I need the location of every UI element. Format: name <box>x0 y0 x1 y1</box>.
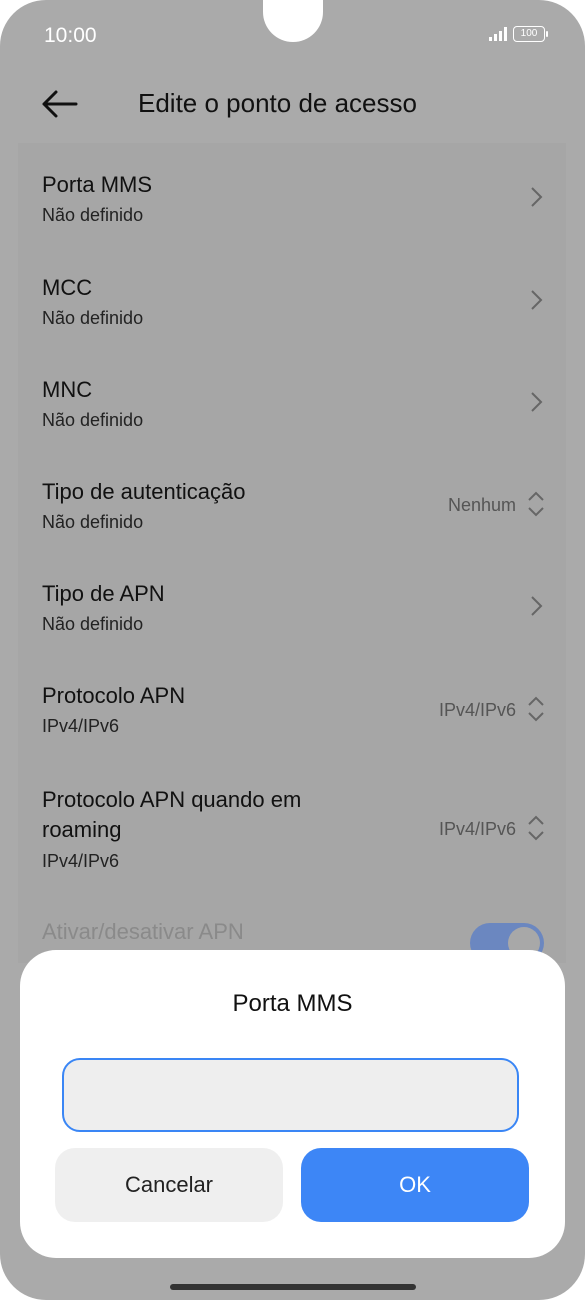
list-item-subtitle: IPv4/IPv6 <box>42 716 120 736</box>
top-app-bar: Edite o ponto de acesso <box>0 80 585 130</box>
list-item-title: MNC <box>42 377 93 402</box>
list-item-protocolo-apn[interactable]: Protocolo APN IPv4/IPv6 IPv4/IPv6 <box>18 654 566 758</box>
list-item-subtitle: Não definido <box>42 205 144 225</box>
list-item-title: Porta MMS <box>42 172 153 197</box>
list-item-title: Ativar/desativar APN <box>42 919 244 944</box>
porta-mms-input[interactable] <box>62 1058 519 1132</box>
cancel-button[interactable]: Cancelar <box>55 1148 283 1222</box>
chevron-right-icon <box>531 187 543 207</box>
signal-icon <box>489 27 507 41</box>
apn-settings-list: Porta MMS Não definido MCC Não definido … <box>18 143 566 963</box>
camera-notch <box>263 0 323 42</box>
battery-icon: 100 <box>513 26 548 42</box>
back-button[interactable] <box>38 84 80 124</box>
phone-screen: 10:00 100 Edite o ponto de acesso Porta … <box>0 0 585 1300</box>
list-item-subtitle: Não definido <box>42 410 144 430</box>
list-item-tipo-apn[interactable]: Tipo de APN Não definido <box>18 552 566 654</box>
list-item-title: MCC <box>42 275 93 300</box>
list-item-protocolo-apn-roaming[interactable]: Protocolo APN quando em roaming IPv4/IPv… <box>18 758 566 898</box>
status-time: 10:00 <box>44 24 97 47</box>
page-title: Edite o ponto de acesso <box>138 88 417 118</box>
list-item-mcc[interactable]: MCC Não definido <box>18 246 566 348</box>
chevron-right-icon <box>531 290 543 310</box>
chevron-right-icon <box>531 596 543 616</box>
list-item-title: Protocolo APN quando em <box>42 787 302 812</box>
list-item-title: Protocolo APN <box>42 683 186 708</box>
list-item-subtitle: Não definido <box>42 512 144 532</box>
porta-mms-dialog: Porta MMS Cancelar OK <box>20 950 565 1258</box>
chevron-right-icon <box>531 392 543 412</box>
list-item-title-continued: roaming <box>42 817 122 842</box>
list-item-value: Nenhum <box>447 495 516 515</box>
list-item-subtitle: Não definido <box>42 308 144 328</box>
list-item-mnc[interactable]: MNC Não definido <box>18 348 566 450</box>
updown-icon <box>528 696 544 722</box>
list-item-value: IPv4/IPv6 <box>438 819 516 839</box>
list-item-porta-mms[interactable]: Porta MMS Não definido <box>18 143 566 246</box>
home-indicator[interactable] <box>170 1284 416 1290</box>
ok-button[interactable]: OK <box>301 1148 529 1222</box>
status-icons: 100 <box>489 26 548 42</box>
list-item-title: Tipo de APN <box>42 581 165 606</box>
list-item-title: Tipo de autenticação <box>42 479 246 504</box>
list-item-tipo-autenticacao[interactable]: Tipo de autenticação Não definido Nenhum <box>18 450 566 552</box>
list-item-value: IPv4/IPv6 <box>438 700 516 720</box>
list-item-subtitle: IPv4/IPv6 <box>42 851 120 871</box>
list-item-subtitle: Não definido <box>42 614 144 634</box>
updown-icon <box>528 815 544 841</box>
dialog-title: Porta MMS <box>232 990 353 1017</box>
updown-icon <box>528 491 544 517</box>
arrow-left-icon <box>42 90 78 118</box>
battery-level: 100 <box>520 28 538 39</box>
